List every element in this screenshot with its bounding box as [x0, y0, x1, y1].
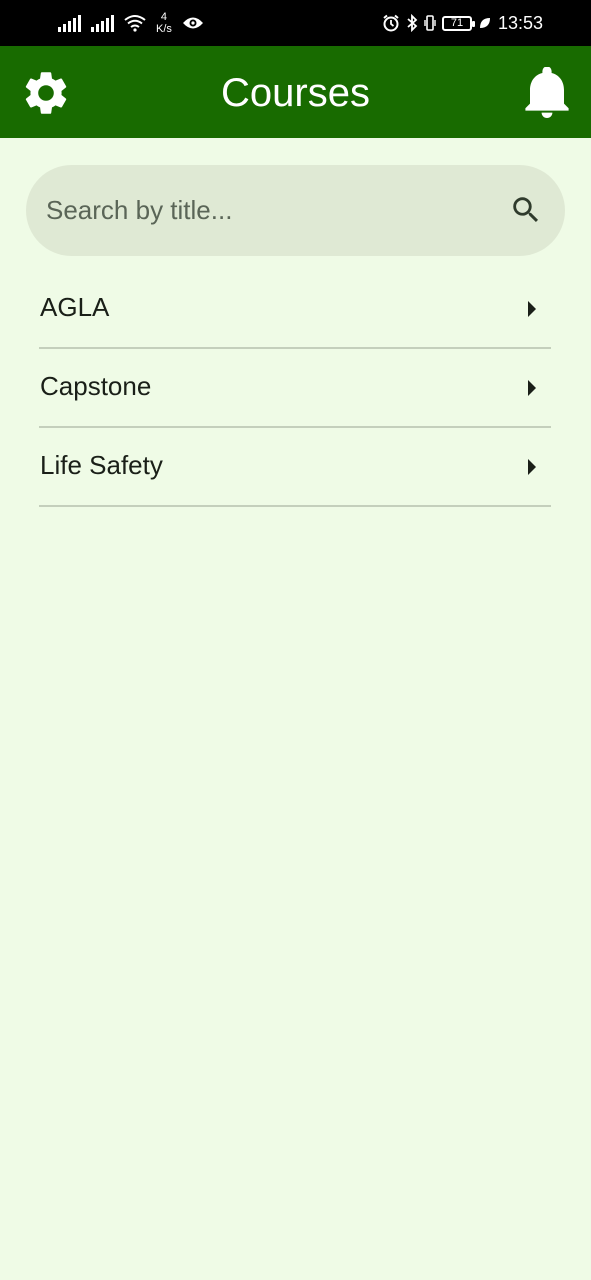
caret-right-icon: [528, 301, 536, 317]
battery-level: 71: [450, 16, 464, 29]
bluetooth-icon: [407, 14, 418, 32]
signal-icon: [58, 14, 81, 32]
page-title: Courses: [221, 71, 370, 115]
course-list: AGLA Capstone Life Safety: [39, 270, 551, 507]
search-input[interactable]: [46, 165, 486, 256]
search-button[interactable]: [509, 193, 543, 227]
search-bar: [26, 165, 565, 256]
status-time: 13:53: [497, 12, 543, 33]
status-left: 4 K/s: [58, 10, 204, 36]
bell-icon: [525, 66, 569, 118]
caret-right-icon: [528, 380, 536, 396]
course-label: Life Safety: [40, 450, 163, 480]
caret-right-icon: [528, 459, 536, 475]
network-speed: 4 K/s: [156, 11, 172, 35]
notifications-button[interactable]: [523, 66, 571, 119]
signal-icon-2: [91, 14, 114, 32]
wifi-icon: [124, 15, 146, 32]
app-bar: Courses: [0, 46, 591, 138]
list-item[interactable]: Life Safety: [39, 428, 551, 507]
course-label: AGLA: [40, 292, 110, 322]
speed-value: 4: [160, 11, 168, 23]
status-bar: 4 K/s 71 13:53: [0, 0, 591, 46]
eye-icon: [182, 17, 203, 29]
battery-icon: 71: [441, 15, 475, 31]
list-item[interactable]: AGLA: [39, 270, 551, 349]
list-item[interactable]: Capstone: [39, 349, 551, 428]
alarm-icon: [383, 14, 399, 32]
search-icon: [513, 197, 539, 223]
leaf-icon: [479, 18, 490, 28]
status-right: 71 13:53: [382, 10, 543, 36]
course-label: Capstone: [40, 371, 152, 401]
vibrate-icon: [424, 15, 436, 31]
speed-unit: K/s: [156, 23, 172, 35]
